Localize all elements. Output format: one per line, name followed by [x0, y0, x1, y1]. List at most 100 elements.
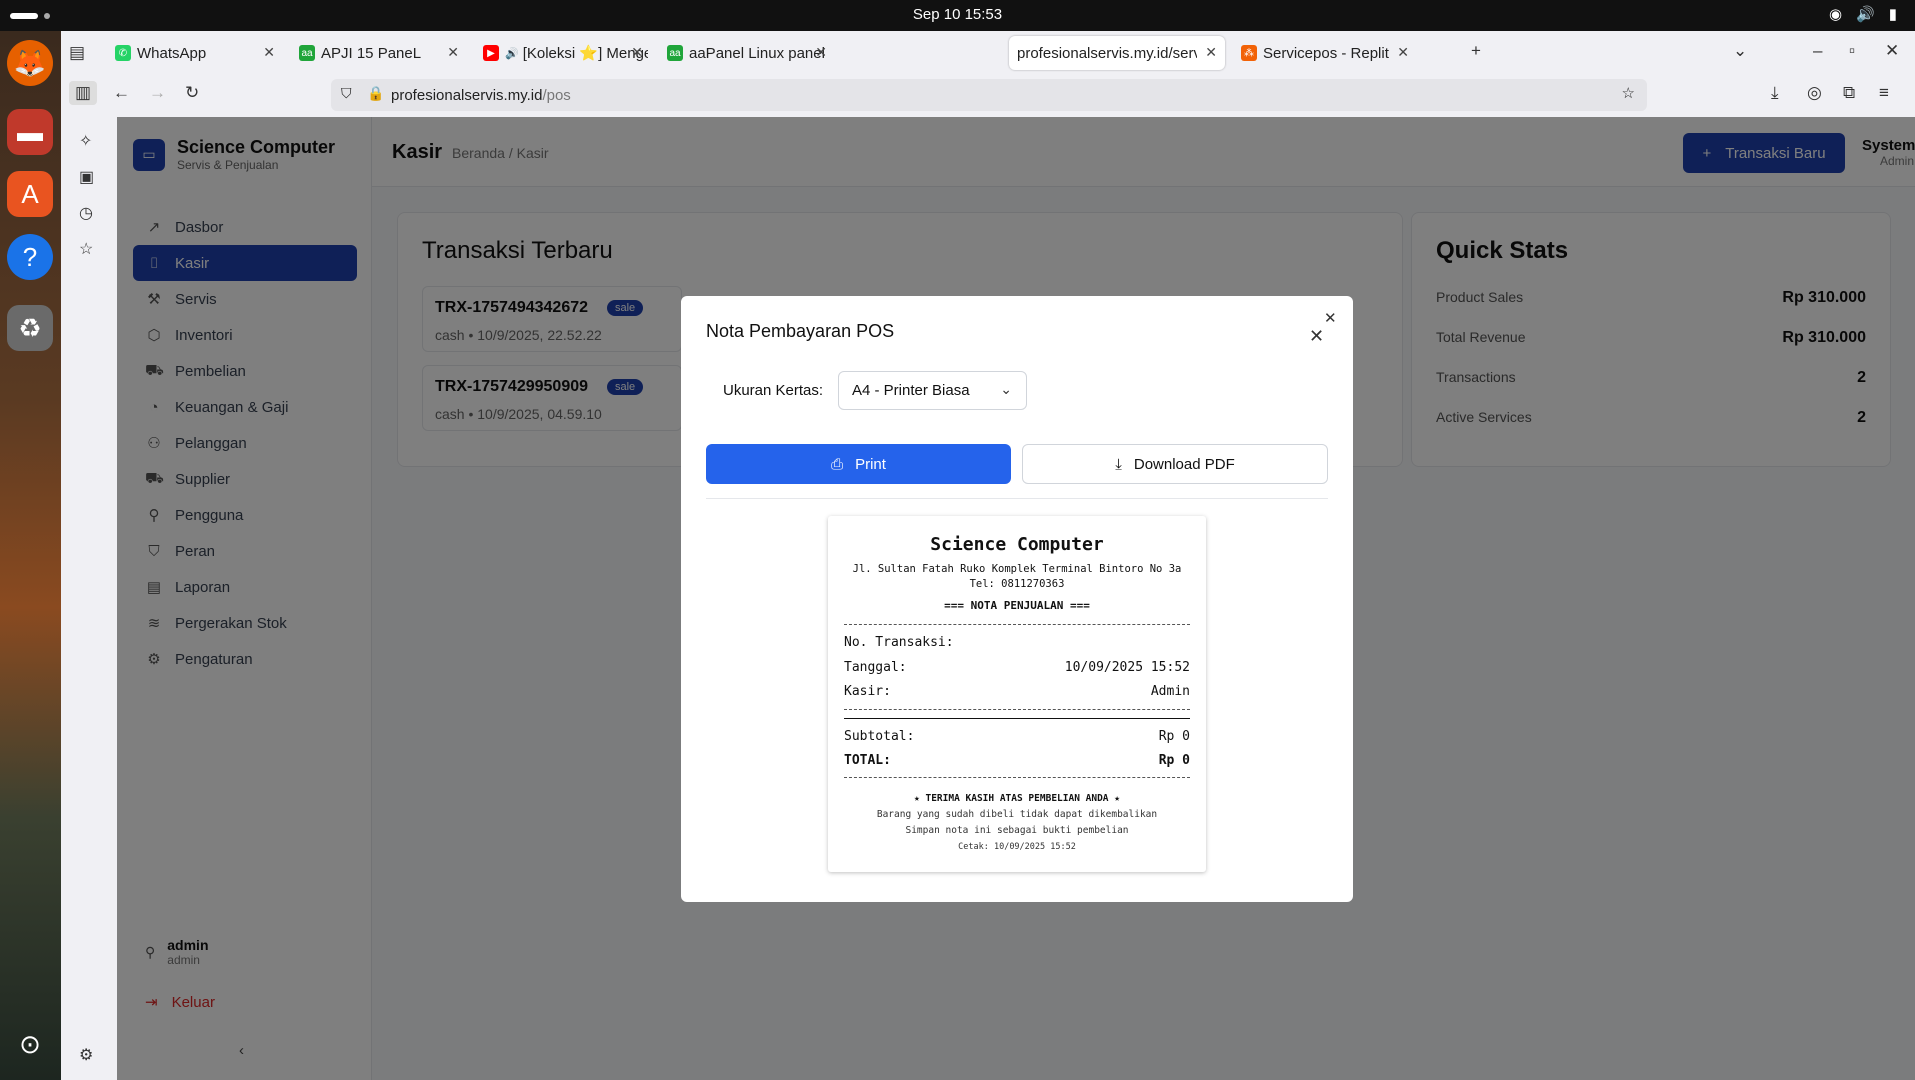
receipt-label: No. Transaksi:	[844, 635, 954, 650]
receipt-address: Jl. Sultan Fatah Ruko Komplek Terminal B…	[852, 563, 1182, 575]
firefox-icon[interactable]: 🦊	[7, 40, 53, 86]
system-tray[interactable]: ◉ 🔊 ▮	[1829, 5, 1897, 23]
bookmark-star-icon[interactable]: ☆	[1622, 84, 1635, 102]
customize-sidebar-icon[interactable]: ⚙	[79, 1045, 93, 1065]
receipt-row: Subtotal: Rp 0	[844, 729, 1190, 744]
receipt-label: Kasir:	[844, 684, 891, 699]
browser-sidebar: ✧ ▣ ◷ ☆ ⚙	[61, 117, 117, 1080]
receipt-label: Tanggal:	[844, 660, 907, 675]
modal-title: Nota Pembayaran POS	[706, 321, 895, 341]
receipt-print-time: Cetak: 10/09/2025 15:52	[958, 842, 1076, 852]
sidebar-toggle-icon[interactable]: ▥	[69, 81, 98, 105]
help-icon[interactable]: ?	[7, 234, 53, 280]
receipt-row: Kasir: Admin	[844, 684, 1190, 699]
download-pdf-button[interactable]: ⤓ Download PDF	[1022, 444, 1328, 484]
paper-size-select[interactable]: A4 - Printer Biasa ⌄	[838, 371, 1027, 410]
receipt-store-name: Science Computer	[930, 534, 1104, 555]
tab-label: Servicepos - Replit	[1263, 44, 1389, 62]
bookmarks-icon[interactable]: ☆	[79, 239, 93, 259]
tab-label: profesionalservis.my.id/servi	[1017, 44, 1197, 62]
close-icon[interactable]: ✕	[1324, 309, 1337, 327]
chevron-down-icon: ⌄	[1000, 381, 1012, 397]
receipt-value: Rp 0	[1158, 753, 1190, 768]
downloads-icon[interactable]: ⤓	[1771, 83, 1779, 103]
close-tab-icon[interactable]: ✕	[815, 44, 827, 61]
paper-size-value: A4 - Printer Biasa	[852, 382, 970, 399]
divider	[844, 709, 1190, 710]
lock-icon[interactable]: 🔒	[367, 85, 384, 102]
url-bar[interactable]: ⛉ 🔒 profesionalservis.my.id/pos ☆	[331, 79, 1647, 111]
nav-bar: ▥ ← → ↻ ⛉ 🔒 profesionalservis.my.id/pos …	[61, 75, 1915, 117]
volume-icon[interactable]: 🔊	[1856, 5, 1875, 23]
close-tab-icon[interactable]: ✕	[1205, 44, 1217, 61]
synced-tabs-icon[interactable]: ▣	[79, 167, 94, 187]
tab-whatsapp[interactable]: ✆ WhatsApp ✕	[107, 36, 283, 70]
url-path: /pos	[542, 86, 571, 104]
account-icon[interactable]: ◎	[1807, 83, 1822, 103]
battery-icon[interactable]: ▮	[1889, 5, 1897, 23]
app-center-icon[interactable]: A	[7, 171, 53, 217]
replit-icon: ⁂	[1241, 45, 1257, 61]
dock: 🦊 ▬ A ? ♻ ⊙	[0, 31, 61, 1080]
wifi-icon[interactable]: ◉	[1829, 5, 1842, 23]
tab-apji[interactable]: aa APJI 15 PaneL ✕	[291, 36, 467, 70]
system-top-bar: Sep 10 15:53 ◉ 🔊 ▮	[0, 0, 1915, 31]
tab-aapanel[interactable]: aa aaPanel Linux panel ✕	[659, 36, 835, 70]
extensions-icon[interactable]: ⧉	[1843, 83, 1855, 103]
receipt-value: Admin	[1150, 684, 1190, 699]
tab-bar: ▤ ✆ WhatsApp ✕ aa APJI 15 PaneL ✕ ▶ 🔊 [K…	[61, 31, 1915, 75]
receipt-thanks: ★ TERIMA KASIH ATAS PEMBELIAN ANDA ★	[914, 793, 1120, 804]
show-apps-icon[interactable]: ⊙	[7, 1021, 53, 1067]
tab-label: [Koleksi ⭐] Menge	[522, 45, 648, 62]
tab-youtube[interactable]: ▶ 🔊 [Koleksi ⭐] Menge ✕	[475, 36, 651, 70]
new-tab-icon[interactable]: +	[1471, 41, 1481, 61]
receipt-total-row: TOTAL: Rp 0	[844, 753, 1190, 768]
divider	[706, 498, 1328, 499]
tab-profesionalservis[interactable]: profesionalservis.my.id/servi ✕	[1009, 36, 1225, 70]
divider	[844, 777, 1190, 778]
payment-receipt-modal: Nota Pembayaran POS ✕ ✕ Ukuran Kertas: A…	[681, 296, 1353, 902]
shield-icon[interactable]: ⛉	[341, 85, 352, 102]
audio-playing-icon[interactable]: 🔊	[505, 47, 519, 60]
receipt-heading: === NOTA PENJUALAN ===	[944, 599, 1090, 612]
receipt-phone: Tel: 0811270363	[969, 578, 1065, 590]
aapanel-icon: aa	[299, 45, 315, 61]
tab-replit[interactable]: ⁂ Servicepos - Replit ✕	[1233, 36, 1417, 70]
url-host: profesionalservis.my.id	[391, 86, 543, 104]
download-icon: ⤓	[1115, 455, 1122, 473]
receipt-value: Rp 0	[1158, 729, 1190, 744]
ai-chat-icon[interactable]: ✧	[79, 131, 92, 151]
close-tab-icon[interactable]: ✕	[631, 44, 643, 61]
forward-icon[interactable]: →	[149, 83, 166, 103]
restore-icon[interactable]: ▫	[1849, 41, 1855, 61]
tab-label: APJI 15 PaneL	[321, 44, 422, 62]
receipt-preview: Science Computer Jl. Sultan Fatah Ruko K…	[828, 516, 1206, 872]
print-label: Print	[855, 455, 886, 473]
browser-chrome: ▤ ✆ WhatsApp ✕ aa APJI 15 PaneL ✕ ▶ 🔊 [K…	[61, 31, 1915, 117]
files-icon[interactable]: ▬	[7, 109, 53, 155]
receipt-note: Simpan nota ini sebagai bukti pembelian	[905, 825, 1129, 836]
back-icon[interactable]: ←	[113, 83, 130, 103]
menu-icon[interactable]: ≡	[1879, 83, 1889, 103]
minimize-icon[interactable]: –	[1813, 41, 1822, 61]
close-tab-icon[interactable]: ✕	[263, 44, 275, 61]
divider	[844, 718, 1190, 719]
trash-icon[interactable]: ♻	[7, 305, 53, 351]
window-close-icon[interactable]: ✕	[1885, 41, 1899, 61]
reload-icon[interactable]: ↻	[185, 83, 199, 103]
tab-overflow-chevron-icon[interactable]: ⌄	[1733, 41, 1747, 61]
receipt-row: No. Transaksi:	[844, 635, 1190, 650]
tab-label: WhatsApp	[137, 44, 207, 62]
receipt-label: TOTAL:	[844, 753, 891, 768]
print-button[interactable]: ⎙ Print	[706, 444, 1011, 484]
printer-icon: ⎙	[831, 455, 844, 473]
close-tab-icon[interactable]: ✕	[1397, 44, 1409, 61]
system-clock[interactable]: Sep 10 15:53	[0, 6, 1915, 23]
close-icon[interactable]: ✕	[1309, 326, 1324, 347]
history-icon[interactable]: ◷	[79, 203, 93, 223]
download-pdf-label: Download PDF	[1133, 455, 1235, 473]
tab-label: aaPanel Linux panel	[689, 44, 825, 62]
paper-size-label: Ukuran Kertas:	[723, 382, 824, 399]
tab-list-icon[interactable]: ▤	[69, 43, 85, 63]
close-tab-icon[interactable]: ✕	[447, 44, 459, 61]
